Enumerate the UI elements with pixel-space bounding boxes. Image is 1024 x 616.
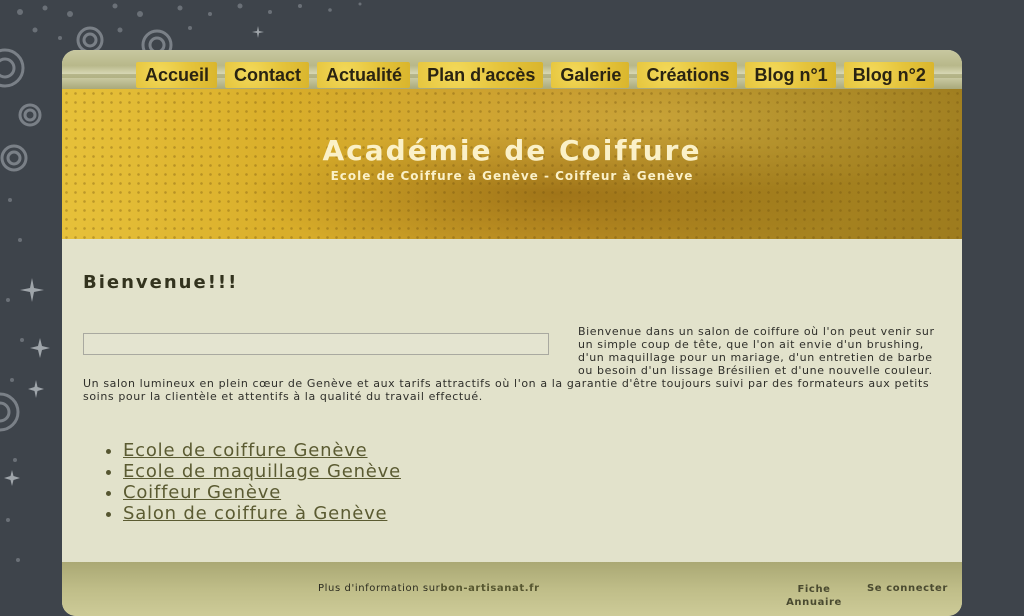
link-ecole-maquillage[interactable]: Ecole de maquillage Genève bbox=[123, 461, 401, 482]
page-heading: Bienvenue!!! bbox=[83, 272, 239, 293]
page-container: Accueil Contact Actualité Plan d'accès G… bbox=[62, 50, 962, 616]
header-banner: Académie de Coiffure Ecole de Coiffure à… bbox=[62, 89, 962, 239]
intro-paragraph: Bienvenue dans un salon de coiffure où l… bbox=[83, 325, 943, 403]
nav-item-blog-1[interactable]: Blog n°1 bbox=[745, 62, 836, 88]
link-coiffeur[interactable]: Coiffeur Genève bbox=[123, 482, 281, 503]
footer: Plus d'information surbon-artisanat.fr F… bbox=[62, 562, 962, 616]
fiche-annuaire-link[interactable]: Fiche Annuaire bbox=[784, 583, 844, 609]
nav-item-galerie[interactable]: Galerie bbox=[551, 62, 630, 88]
link-ecole-coiffure[interactable]: Ecole de coiffure Genève bbox=[123, 440, 368, 461]
nav-item-contact[interactable]: Contact bbox=[225, 62, 310, 88]
site-title: Académie de Coiffure bbox=[322, 134, 702, 167]
site-subtitle: Ecole de Coiffure à Genève - Coiffeur à … bbox=[330, 169, 694, 183]
list-item: Ecole de coiffure Genève bbox=[123, 440, 401, 461]
list-item: Ecole de maquillage Genève bbox=[123, 461, 401, 482]
footer-info: Plus d'information surbon-artisanat.fr bbox=[318, 583, 540, 594]
navbar: Accueil Contact Actualité Plan d'accès G… bbox=[62, 50, 962, 89]
links-list: Ecole de coiffure Genève Ecole de maquil… bbox=[123, 440, 401, 524]
nav-item-creations[interactable]: Créations bbox=[637, 62, 738, 88]
nav-item-actualite[interactable]: Actualité bbox=[317, 62, 411, 88]
login-link[interactable]: Se connecter bbox=[867, 583, 948, 594]
nav-item-blog-2[interactable]: Blog n°2 bbox=[843, 62, 934, 88]
footer-info-prefix: Plus d'information sur bbox=[318, 583, 441, 594]
footer-info-link[interactable]: bon-artisanat.fr bbox=[440, 583, 539, 594]
nav-item-accueil[interactable]: Accueil bbox=[136, 62, 218, 88]
nav-item-plan-acces[interactable]: Plan d'accès bbox=[418, 62, 544, 88]
list-item: Coiffeur Genève bbox=[123, 482, 401, 503]
link-salon-coiffure[interactable]: Salon de coiffure à Genève bbox=[123, 503, 387, 524]
nav-menu: Accueil Contact Actualité Plan d'accès G… bbox=[136, 62, 934, 88]
list-item: Salon de coiffure à Genève bbox=[123, 503, 401, 524]
intro-float-gap bbox=[83, 325, 578, 377]
